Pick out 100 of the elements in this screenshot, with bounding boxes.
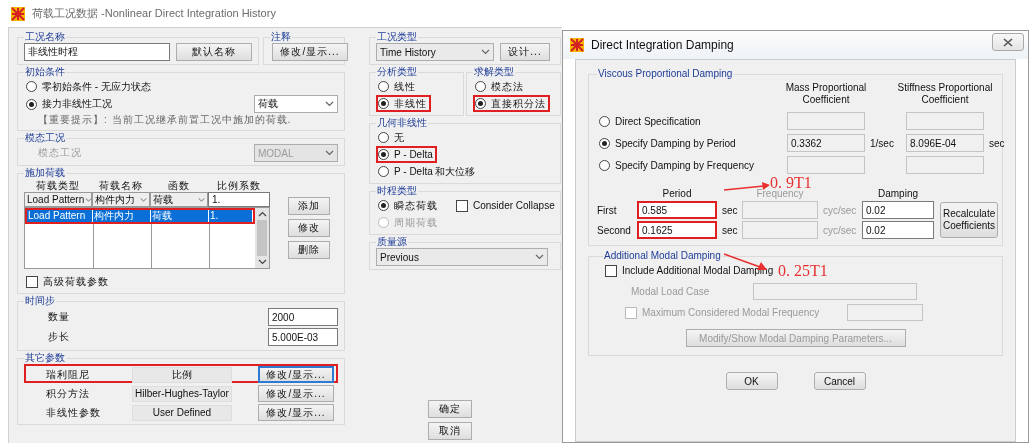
table-row[interactable]: Load Pattern 构件内力 荷载 1. bbox=[25, 208, 255, 224]
text-field[interactable]: 5.000E-03 bbox=[268, 328, 338, 346]
coefficient-field[interactable] bbox=[787, 112, 865, 130]
button[interactable]: 取消 bbox=[428, 422, 472, 440]
radio-option[interactable]: 直接积分法 bbox=[473, 95, 550, 112]
radio-option[interactable]: 非线性 bbox=[376, 95, 431, 112]
close-button[interactable] bbox=[992, 33, 1024, 51]
period-field[interactable]: 0.585 bbox=[637, 201, 717, 219]
radio-option[interactable]: 零初始条件 - 无应力状态 bbox=[24, 78, 155, 95]
frequency-field[interactable] bbox=[742, 201, 818, 219]
column-header: Mass Proportional Coefficient bbox=[784, 81, 868, 107]
radio-option[interactable]: 模态法 bbox=[473, 78, 528, 95]
radio-indicator[interactable] bbox=[475, 98, 486, 109]
frequency-field[interactable] bbox=[847, 304, 924, 321]
radio-indicator[interactable] bbox=[378, 81, 389, 92]
dropdown[interactable]: Time History bbox=[376, 43, 494, 61]
unit-label: cyc/sec bbox=[822, 204, 858, 216]
coefficient-field[interactable] bbox=[787, 156, 865, 174]
checkbox[interactable] bbox=[26, 275, 38, 288]
button[interactable]: 修改/显示... bbox=[272, 43, 348, 61]
radio-indicator[interactable] bbox=[26, 81, 37, 92]
radio-indicator[interactable] bbox=[599, 137, 610, 149]
radio-option[interactable]: 瞬态荷载 bbox=[376, 197, 442, 214]
column-header: Frequency bbox=[755, 188, 805, 199]
damping-field[interactable]: 0.02 bbox=[862, 221, 934, 239]
name-field[interactable]: 非线性时程 bbox=[24, 43, 170, 61]
checkbox-option[interactable]: 高级荷载参数 bbox=[24, 273, 113, 290]
radio-indicator[interactable] bbox=[378, 132, 389, 143]
radio-indicator[interactable] bbox=[378, 166, 389, 177]
table-cell: Load Pattern bbox=[27, 210, 92, 222]
button[interactable]: 删除 bbox=[288, 241, 330, 259]
radio-option[interactable]: Specify Damping by Frequency bbox=[597, 156, 758, 174]
dropdown[interactable]: 荷载 bbox=[254, 95, 338, 113]
checkbox-option[interactable]: Consider Collapse bbox=[454, 197, 559, 214]
window-title: 荷载工况数据 -Nonlinear Direct Integration History bbox=[32, 6, 276, 21]
radio-indicator[interactable] bbox=[378, 200, 389, 211]
field-label: Modal Load Case bbox=[631, 286, 711, 297]
button[interactable]: Recalculate Coefficients bbox=[940, 202, 998, 238]
frequency-field[interactable] bbox=[742, 221, 818, 239]
radio-option[interactable]: 线性 bbox=[376, 78, 420, 95]
period-field[interactable]: 0.1625 bbox=[637, 221, 717, 239]
radio-option[interactable]: P - Delta 和大位移 bbox=[376, 163, 480, 180]
field-label: 模态工况 bbox=[37, 146, 82, 160]
button[interactable]: 修改/显示... bbox=[258, 404, 334, 421]
caret-icon bbox=[198, 196, 205, 203]
dropdown[interactable]: 构件内力 bbox=[92, 192, 150, 207]
radio-indicator[interactable] bbox=[599, 115, 610, 127]
unit-label: sec bbox=[988, 137, 1006, 149]
radio-option[interactable]: P - Delta bbox=[376, 146, 437, 163]
dropdown[interactable]: Previous bbox=[376, 248, 548, 266]
coefficient-field[interactable] bbox=[906, 112, 984, 130]
damping-field[interactable]: 0.02 bbox=[862, 201, 934, 219]
button[interactable]: 添加 bbox=[288, 197, 330, 215]
radio-option[interactable]: Specify Damping by Period bbox=[597, 134, 740, 152]
coefficient-field[interactable] bbox=[906, 156, 984, 174]
caret-icon bbox=[481, 49, 490, 55]
button[interactable]: 设计... bbox=[500, 43, 550, 61]
caret-icon bbox=[85, 196, 91, 203]
group-title: 时程类型 bbox=[376, 185, 418, 197]
coefficient-field[interactable]: 0.3362 bbox=[787, 134, 865, 152]
group-title: 注释 bbox=[270, 31, 292, 43]
button[interactable]: 修改/显示... bbox=[258, 385, 334, 402]
button[interactable]: 修改 bbox=[288, 219, 330, 237]
dropdown[interactable]: Load Pattern bbox=[24, 192, 92, 207]
parameter-label: 瑞利阻尼 bbox=[46, 367, 91, 382]
button[interactable]: OK bbox=[725, 372, 778, 390]
dropdown[interactable]: 荷载 bbox=[150, 192, 208, 207]
column-header: 荷载名称 bbox=[98, 179, 144, 193]
button[interactable]: 确定 bbox=[428, 400, 472, 418]
table-cell: 1. bbox=[209, 210, 252, 222]
button[interactable]: 默认名称 bbox=[176, 43, 252, 61]
group-title: 质量源 bbox=[376, 236, 408, 248]
table-cell: 构件内力 bbox=[93, 210, 150, 222]
group-title: 几何非线性 bbox=[376, 117, 428, 129]
radio-option[interactable]: Direct Specification bbox=[597, 112, 705, 130]
unit-label: 1/sec bbox=[869, 137, 895, 149]
caret-icon bbox=[325, 150, 334, 156]
scrollbar[interactable] bbox=[255, 208, 269, 268]
radio-indicator[interactable] bbox=[475, 81, 486, 92]
column-header: Damping bbox=[877, 188, 919, 199]
radio-indicator[interactable] bbox=[378, 98, 389, 109]
load-case-field[interactable] bbox=[753, 283, 917, 300]
scroll-down-icon bbox=[257, 259, 267, 265]
row-label: First bbox=[597, 204, 618, 216]
coefficient-field[interactable]: 8.096E-04 bbox=[906, 134, 984, 152]
radio-indicator[interactable] bbox=[26, 98, 37, 110]
row-label: Second bbox=[597, 224, 632, 236]
column-header: Stiffness Proportional Coefficient bbox=[896, 81, 994, 107]
value-display: Hilber-Hughes-Taylor bbox=[132, 385, 232, 402]
button[interactable]: Cancel bbox=[813, 372, 866, 390]
factor-field[interactable]: 1. bbox=[208, 192, 270, 207]
radio-indicator[interactable] bbox=[378, 149, 389, 160]
group-title: 时间步 bbox=[24, 295, 56, 307]
button[interactable]: 修改/显示... bbox=[258, 366, 334, 383]
group-title: Additional Modal Damping bbox=[603, 250, 722, 262]
radio-option[interactable]: 接力非线性工况 bbox=[24, 95, 116, 113]
radio-option[interactable]: 无 bbox=[376, 129, 408, 146]
text-field[interactable]: 2000 bbox=[268, 308, 338, 326]
checkbox[interactable] bbox=[456, 199, 468, 212]
radio-indicator[interactable] bbox=[599, 159, 610, 171]
